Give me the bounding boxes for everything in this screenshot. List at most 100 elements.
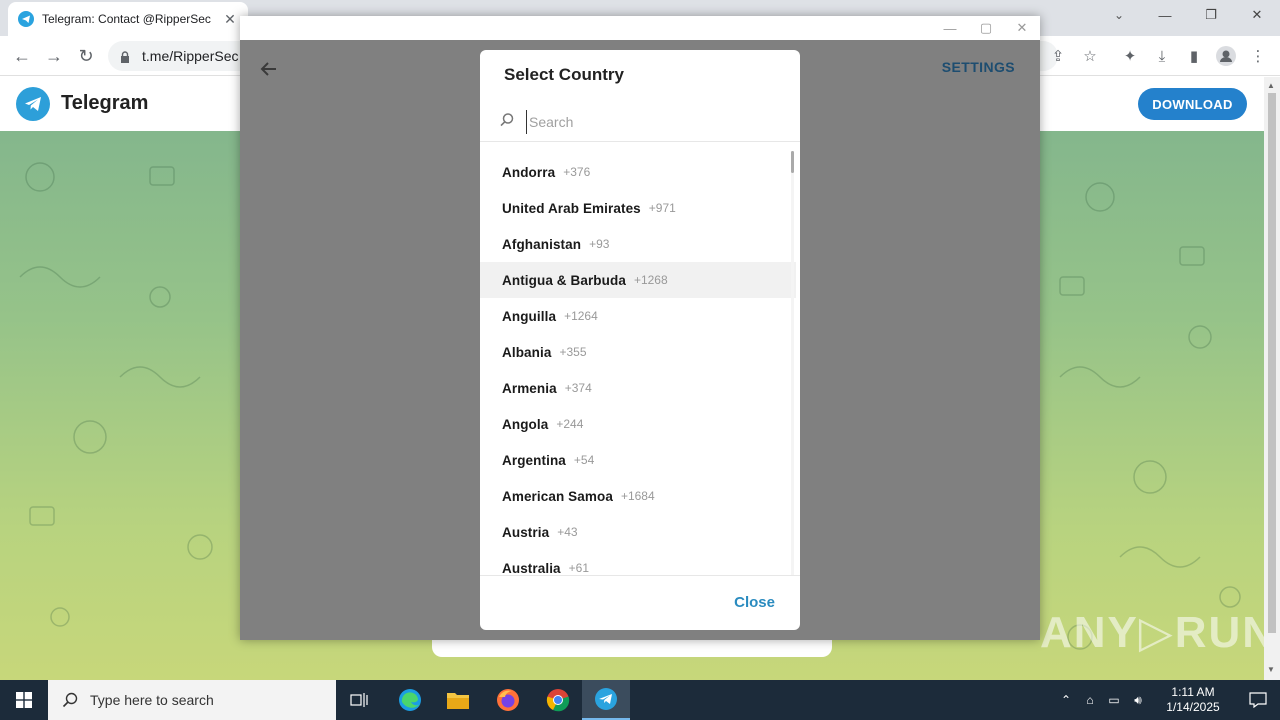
scroll-down-icon[interactable]: ▼: [1267, 665, 1275, 674]
telegram-taskbar-icon[interactable]: [582, 680, 630, 720]
profile-avatar-icon[interactable]: [1212, 42, 1240, 70]
download-icon[interactable]: ⤓: [1148, 42, 1176, 70]
country-name: Armenia: [502, 380, 557, 396]
country-name: United Arab Emirates: [502, 200, 641, 216]
country-name: Argentina: [502, 452, 566, 468]
taskbar-search-icon: [62, 692, 78, 708]
scroll-up-icon[interactable]: ▲: [1267, 81, 1275, 90]
telegram-brand[interactable]: Telegram: [61, 92, 148, 115]
country-name: Austria: [502, 524, 550, 540]
country-item[interactable]: United Arab Emirates +971: [480, 190, 796, 226]
network-icon[interactable]: ▭: [1102, 693, 1126, 707]
country-name: Albania: [502, 344, 552, 360]
windows-start-icon[interactable]: [0, 680, 48, 720]
country-dial-code: +355: [559, 345, 587, 359]
telegram-favicon-icon: [18, 11, 34, 27]
chrome-icon[interactable]: [534, 680, 582, 720]
country-dial-code: +1684: [620, 489, 655, 503]
tray-device-icon[interactable]: ⌂: [1078, 693, 1102, 707]
tray-chevron-up-icon[interactable]: ⌃: [1054, 693, 1078, 707]
country-dial-code: +54: [573, 453, 595, 467]
country-item[interactable]: American Samoa +1684: [480, 478, 796, 514]
popup-back-arrow-icon[interactable]: [258, 58, 280, 80]
country-dial-code: +61: [568, 561, 590, 575]
download-button[interactable]: DOWNLOAD: [1138, 88, 1247, 120]
telegram-logo-icon[interactable]: [16, 87, 50, 121]
system-tray: ⌃ ⌂ ▭ 🔊︎ 1:11 AM 1/14/2025: [1054, 680, 1280, 720]
country-name: Angola: [502, 416, 549, 432]
reload-icon[interactable]: ↻: [72, 42, 100, 70]
firefox-icon[interactable]: [484, 680, 532, 720]
country-name: Andorra: [502, 164, 556, 180]
modal-title: Select Country: [504, 65, 624, 84]
notification-center-icon[interactable]: [1236, 680, 1280, 720]
country-search-row: [480, 102, 800, 142]
windows-taskbar: Type here to search ⌃ ⌂ ▭ 🔊︎ 1:11 AM 1/1…: [0, 680, 1280, 720]
country-name: Afghanistan: [502, 236, 582, 252]
popup-titlebar: — ▢ ✕: [240, 16, 1040, 40]
country-dial-code: +376: [563, 165, 591, 179]
tab-search-chevron-icon[interactable]: ⌄: [1108, 4, 1130, 26]
country-item[interactable]: Andorra +376: [480, 154, 796, 190]
popup-close-icon[interactable]: ✕: [1004, 16, 1040, 40]
share-icon[interactable]: ⇪: [1044, 42, 1072, 70]
clock-date: 1/14/2025: [1166, 700, 1220, 714]
country-dial-code: +1268: [633, 273, 668, 287]
country-item[interactable]: Antigua & Barbuda +1268: [480, 262, 796, 298]
country-list-scrollbar-thumb[interactable]: [791, 151, 794, 173]
country-item[interactable]: Afghanistan +93: [480, 226, 796, 262]
settings-link[interactable]: SETTINGS: [942, 59, 1015, 75]
anyrun-watermark: ANY▷RUN: [1040, 608, 1264, 657]
search-icon: [499, 112, 515, 128]
forward-arrow-icon[interactable]: →: [40, 42, 68, 70]
country-name: Anguilla: [502, 308, 557, 324]
country-dial-code: +93: [589, 237, 610, 251]
country-dial-code: +244: [556, 417, 584, 431]
lock-icon: [120, 50, 130, 63]
url-text: t.me/RipperSec: [142, 48, 239, 64]
taskbar-search-box[interactable]: Type here to search: [48, 680, 336, 720]
select-country-modal: Select Country Andorra +376 United Arab Em…: [480, 50, 800, 630]
browser-window-controls: — ❐ ✕: [1142, 0, 1280, 30]
tab-close-icon[interactable]: ✕: [222, 11, 238, 28]
country-list-scrollbar[interactable]: [791, 151, 794, 575]
file-explorer-icon[interactable]: [434, 680, 482, 720]
tab-title: Telegram: Contact @RipperSec: [42, 12, 211, 26]
bookmark-star-icon[interactable]: ☆: [1076, 42, 1104, 70]
country-item[interactable]: Anguilla +1264: [480, 298, 796, 334]
restore-icon[interactable]: ❐: [1188, 0, 1234, 30]
popup-minimize-icon[interactable]: —: [932, 16, 968, 40]
country-item[interactable]: Argentina +54: [480, 442, 796, 478]
country-dial-code: +43: [557, 525, 578, 539]
country-list: Andorra +376 United Arab Emirates +971 Afgha…: [480, 154, 796, 575]
country-item[interactable]: Australia +61: [480, 550, 796, 576]
volume-icon[interactable]: 🔊︎: [1126, 693, 1150, 708]
country-name: American Samoa: [502, 488, 613, 504]
clock-time: 1:11 AM: [1171, 685, 1215, 699]
taskbar-clock[interactable]: 1:11 AM 1/14/2025: [1158, 685, 1228, 715]
extensions-puzzle-icon[interactable]: ✦: [1116, 42, 1144, 70]
country-item[interactable]: Albania +355: [480, 334, 796, 370]
country-dial-code: +374: [564, 381, 592, 395]
country-dial-code: +971: [648, 201, 676, 215]
country-name: Antigua & Barbuda: [502, 272, 626, 288]
country-item[interactable]: Armenia +374: [480, 370, 796, 406]
page-scrollbar[interactable]: ▲ ▼: [1264, 77, 1280, 680]
country-name: Australia: [502, 560, 561, 576]
country-dial-code: +1264: [564, 309, 598, 323]
browser-menu-icon[interactable]: ⋮: [1244, 42, 1272, 70]
close-button[interactable]: Close: [734, 594, 775, 611]
country-search-input[interactable]: [526, 110, 776, 134]
taskbar-search-text: Type here to search: [90, 692, 214, 708]
popup-maximize-icon[interactable]: ▢: [968, 16, 1004, 40]
country-item[interactable]: Angola +244: [480, 406, 796, 442]
page-scrollbar-thumb[interactable]: [1268, 93, 1276, 633]
close-window-icon[interactable]: ✕: [1234, 0, 1280, 30]
task-view-icon[interactable]: [336, 680, 384, 720]
back-arrow-icon[interactable]: ←: [8, 42, 36, 70]
country-item[interactable]: Austria +43: [480, 514, 796, 550]
side-panel-icon[interactable]: ▮: [1180, 42, 1208, 70]
edge-browser-icon[interactable]: [386, 680, 434, 720]
minimize-icon[interactable]: —: [1142, 0, 1188, 30]
browser-tab-active[interactable]: Telegram: Contact @RipperSec ✕: [8, 2, 248, 36]
